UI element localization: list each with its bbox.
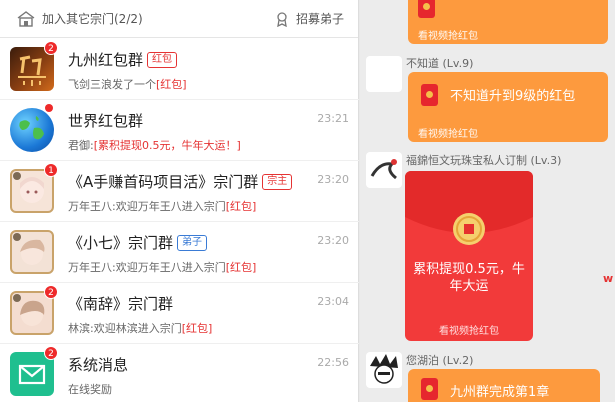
red-packet-title: 九州群完成第1章	[450, 385, 550, 400]
chat-title-text: 系统消息	[68, 356, 129, 374]
red-packet-icon	[418, 0, 435, 18]
user-avatar[interactable]	[366, 56, 402, 92]
last-message: 林滨:欢迎林滨进入宗门[红包]	[68, 320, 212, 336]
red-packet-hint: 看视频抢红包	[418, 129, 478, 140]
list-item[interactable]: 2 《南辞》宗门群 23:04 林滨:欢迎林滨进入宗门[红包]	[0, 283, 359, 344]
chat-title: 《南辞》宗门群	[68, 293, 173, 314]
group-tag: 红包	[147, 51, 178, 68]
red-packet-bubble[interactable]: 九州群完成第1章	[408, 369, 600, 402]
message-text: 君御:	[68, 139, 94, 152]
red-packet-decoration-icon	[405, 171, 533, 245]
unread-dot	[45, 104, 53, 112]
recruit-icon	[277, 11, 287, 27]
join-sect-label: 加入其它宗门(2/2)	[42, 12, 143, 26]
list-item[interactable]: 世界红包群 23:21 君御:[累积提现0.5元，牛年大运！]	[0, 100, 359, 161]
anime-boy-avatar-icon	[13, 233, 45, 265]
message-time: 23:20	[317, 173, 349, 186]
last-message: 万年王八:欢迎万年王八进入宗门[红包]	[68, 198, 256, 214]
chat-title: 世界红包群	[68, 110, 143, 131]
message-text: 在线奖励	[68, 383, 112, 396]
sender-name: 您湖泊 (Lv.2)	[406, 354, 474, 367]
chat-list-panel: 加入其它宗门(2/2) 招募弟子 2 九州红包群 红包 飞剑三浪发了一个[红包]…	[0, 0, 359, 402]
red-packet-icon	[421, 84, 438, 106]
chat-title-text: 《小七》宗门群	[68, 234, 174, 252]
message-highlight: [红包]	[181, 322, 213, 335]
big-red-packet[interactable]: 累积提现0.5元，牛年大运 看视频抢红包	[405, 171, 533, 341]
manga-avatar-icon	[370, 354, 398, 384]
app-window: { "header": { "join_label": "加入其它宗门(2/2)…	[0, 0, 615, 402]
list-header: 加入其它宗门(2/2) 招募弟子	[0, 0, 358, 38]
message-highlight: [红包]	[225, 200, 257, 213]
message-highlight: [红包]	[225, 261, 257, 274]
chat-title: 系统消息	[68, 354, 128, 375]
red-packet-icon	[421, 378, 438, 400]
message-time: 23:21	[317, 112, 349, 125]
message-highlight: [红包]	[156, 78, 187, 91]
message-text: 万年王八:欢迎万年王八进入宗门	[68, 200, 226, 213]
red-packet-bubble[interactable]: 不知道升到9级的红包 看视频抢红包	[408, 72, 608, 142]
chat-title-text: 九州红包群	[68, 51, 144, 69]
message-text: 万年王八:欢迎万年王八进入宗门	[68, 261, 226, 274]
globe-icon	[19, 116, 44, 140]
chat-title-text: 《南辞》宗门群	[68, 295, 174, 313]
chat-title: 九州红包群 红包	[68, 49, 178, 70]
red-packet-title: 不知道升到9级的红包	[450, 89, 576, 104]
list-item[interactable]: 《小七》宗门群 弟子 23:20 万年王八:欢迎万年王八进入宗门[红包]	[0, 222, 359, 283]
join-sect-button[interactable]: 加入其它宗门(2/2)	[16, 10, 143, 27]
last-message: 在线奖励	[68, 381, 112, 397]
red-packet-hint: 看视频抢红包	[418, 31, 478, 42]
list-item[interactable]: 2 系统消息 22:56 在线奖励	[0, 344, 359, 402]
sender-name: 福錦恒文玩珠宝私人订制 (Lv.3)	[406, 154, 562, 167]
group-avatar	[10, 108, 54, 152]
last-message: 君御:[累积提现0.5元，牛年大运！]	[68, 137, 241, 153]
message-time: 23:20	[317, 234, 349, 247]
user-avatar[interactable]	[366, 352, 402, 388]
chat-title: 《小七》宗门群 弟子	[68, 232, 208, 253]
calligraphy-avatar-icon	[370, 159, 397, 180]
building-icon	[17, 11, 35, 27]
red-packet-hint: 看视频抢红包	[439, 326, 499, 337]
red-packet-bubble[interactable]: 看视频抢红包	[408, 0, 608, 44]
message-highlight: [累积提现0.5元，牛年大运！]	[93, 139, 241, 152]
role-tag: 弟子	[177, 234, 208, 251]
red-packet-title: 累积提现0.5元，牛年大运	[413, 262, 525, 294]
unread-badge: 2	[44, 346, 58, 360]
message-time: 23:04	[317, 295, 349, 308]
unread-badge: 2	[44, 41, 58, 55]
recruit-button[interactable]: 招募弟子	[274, 10, 344, 27]
edge-mark: w	[603, 272, 614, 285]
user-avatar[interactable]	[366, 152, 402, 188]
list-item[interactable]: 1 《A手赚首码项目活》宗门群 宗主 23:20 万年王八:欢迎万年王八进入宗门…	[0, 161, 359, 222]
unread-badge: 1	[44, 163, 58, 177]
anime-boy-avatar-icon	[13, 294, 45, 326]
last-message: 万年王八:欢迎万年王八进入宗门[红包]	[68, 259, 256, 275]
message-time: 22:56	[317, 356, 349, 369]
recruit-label: 招募弟子	[295, 12, 344, 26]
chat-title-text: 世界红包群	[68, 112, 144, 130]
group-avatar	[10, 230, 54, 274]
sender-name: 不知道 (Lv.9)	[406, 57, 474, 70]
anime-girl-avatar-icon	[13, 172, 44, 203]
chat-title: 《A手赚首码项目活》宗门群 宗主	[68, 171, 293, 192]
list-item[interactable]: 2 九州红包群 红包 飞剑三浪发了一个[红包]	[0, 39, 359, 100]
unread-badge: 2	[44, 285, 58, 299]
chat-title-text: 《A手赚首码项目活》宗门群	[68, 173, 259, 191]
message-text: 飞剑三浪发了一个	[68, 78, 156, 91]
message-text: 林滨:欢迎林滨进入宗门	[68, 322, 182, 335]
last-message: 飞剑三浪发了一个[红包]	[68, 76, 187, 92]
role-tag: 宗主	[262, 173, 293, 190]
